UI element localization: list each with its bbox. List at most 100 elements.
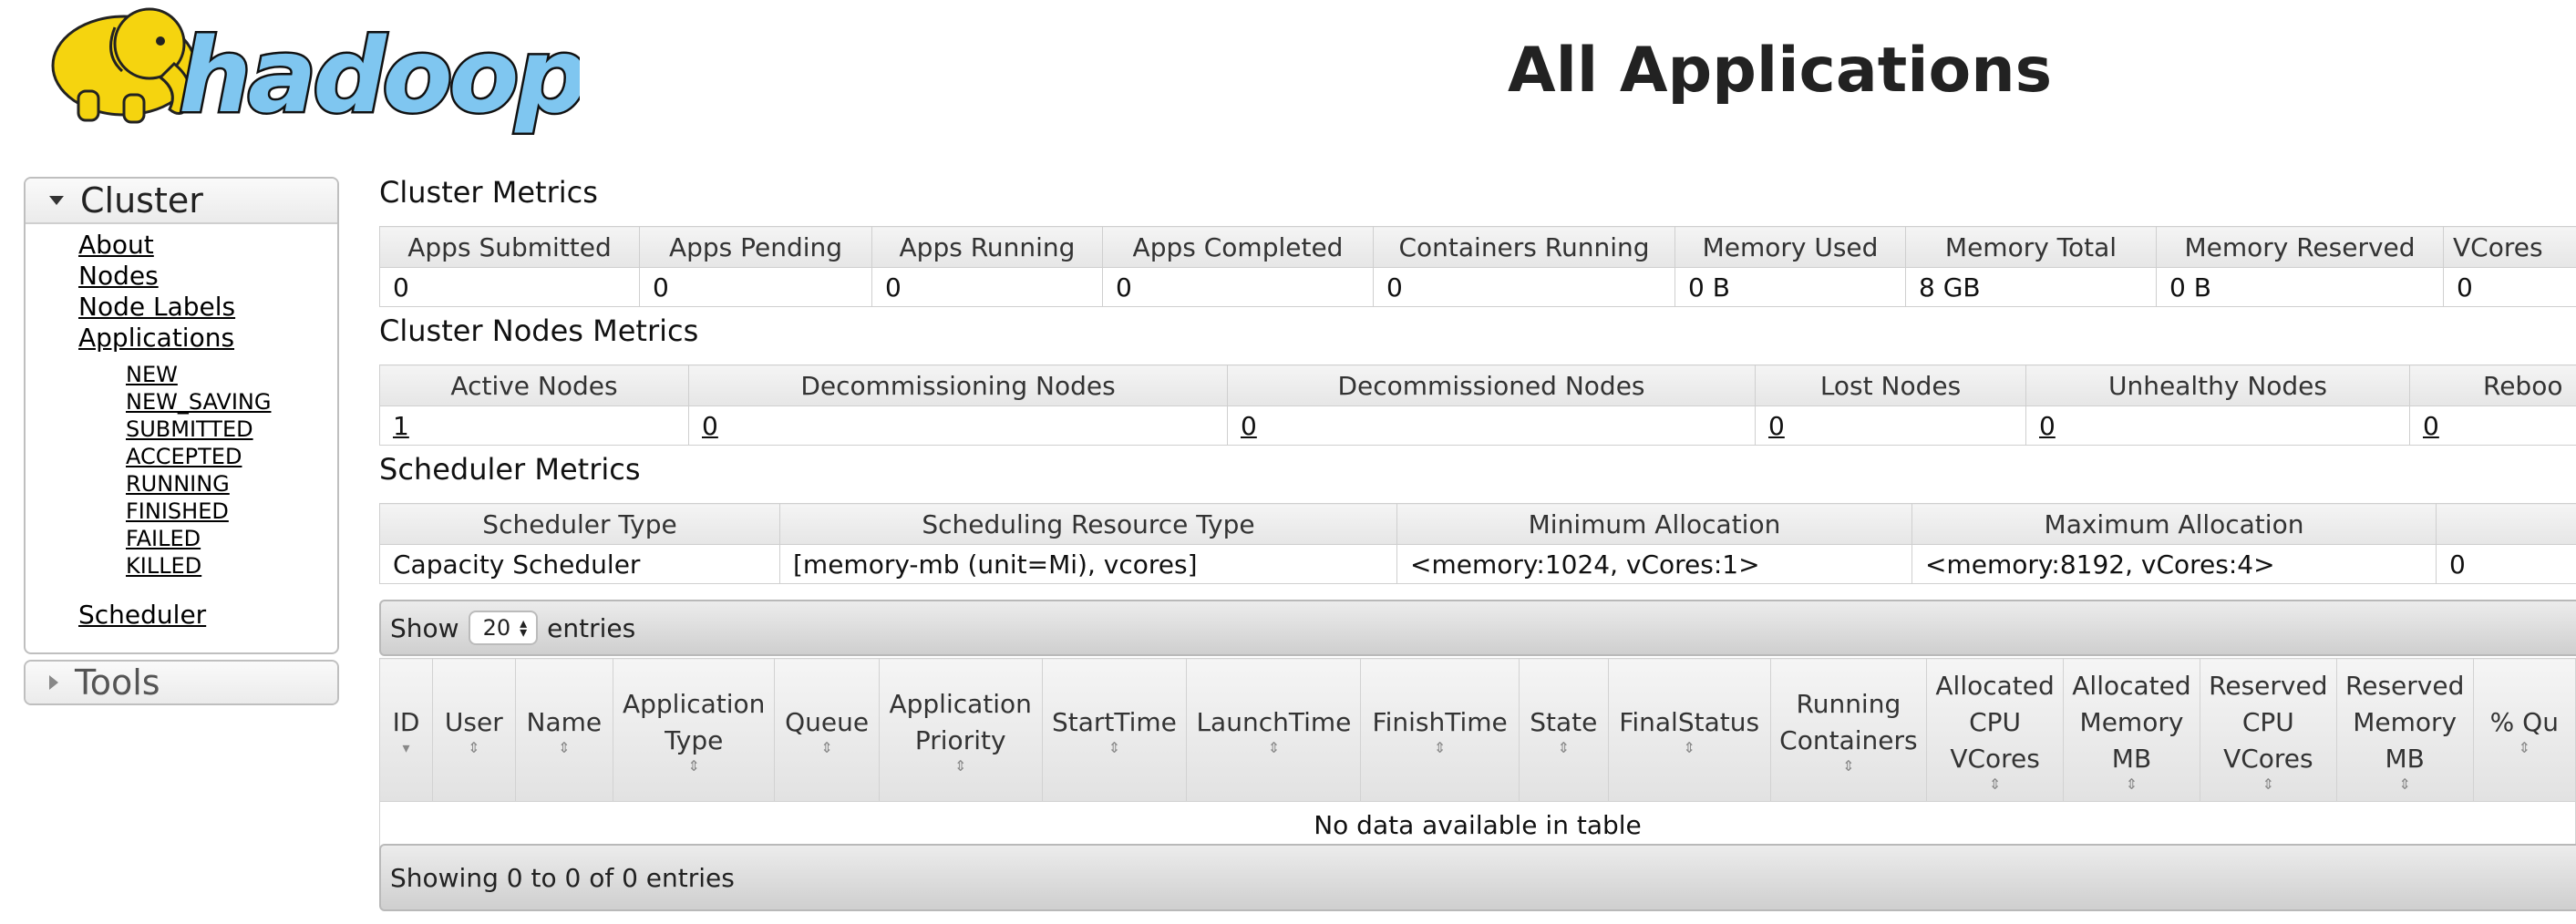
decommissioned-nodes-link[interactable]: 0 xyxy=(1227,406,1756,446)
scheduler-metrics-value: <memory:1024, vCores:1> xyxy=(1396,544,1912,584)
metrics-header: Apps Pending xyxy=(639,226,872,268)
sidebar-item-nodes[interactable]: Nodes xyxy=(78,261,159,292)
metrics-header: Apps Completed xyxy=(1102,226,1374,268)
cluster-metrics-table: Apps Submitted Apps Pending Apps Running… xyxy=(379,226,2576,307)
column-header-state[interactable]: State ⇕ xyxy=(1518,658,1609,802)
column-header-finalstatus[interactable]: FinalStatus ⇕ xyxy=(1607,658,1771,802)
table-info-toolbar: Showing 0 to 0 of 0 entries xyxy=(379,844,2576,911)
column-header-reserved-cpu-vcores[interactable]: Reserved CPU VCores ⇕ xyxy=(2199,658,2337,802)
cluster-nodes-metrics-table: Active Nodes Decommissioning Nodes Decom… xyxy=(379,364,2576,446)
entries-label: entries xyxy=(547,612,636,643)
cluster-nodes-metrics-title: Cluster Nodes Metrics xyxy=(379,313,699,348)
unhealthy-nodes-link[interactable]: 0 xyxy=(2025,406,2410,446)
scheduler-metrics-header: Scheduler Type xyxy=(379,503,780,545)
column-header-launchtime[interactable]: LaunchTime ⇕ xyxy=(1186,658,1362,802)
active-nodes-link[interactable]: 1 xyxy=(379,406,689,446)
spinner-arrows-icon: ▴ ▾ xyxy=(520,614,528,641)
metrics-value: 0 xyxy=(871,267,1103,307)
sort-icon: ⇕ xyxy=(1267,739,1281,756)
sort-icon: ⇕ xyxy=(2398,775,2411,793)
applications-table: ID ▾ User ⇕ Name ⇕ Application Type ⇕ Queue ⇕… xyxy=(379,658,2576,848)
sort-icon: ⇕ xyxy=(468,739,480,756)
column-header-application-type[interactable]: Application Type ⇕ xyxy=(613,658,776,802)
sort-icon: ⇕ xyxy=(2518,739,2531,756)
metrics-header: Apps Running xyxy=(871,226,1103,268)
decommissioning-nodes-link[interactable]: 0 xyxy=(688,406,1228,446)
sidebar-item-applications[interactable]: Applications xyxy=(78,323,234,354)
metrics-value: 0 xyxy=(1373,267,1675,307)
metrics-value: 0 B xyxy=(2156,267,2444,307)
column-header-id[interactable]: ID ▾ xyxy=(379,658,433,802)
scheduler-metrics-value: Capacity Scheduler xyxy=(379,544,780,584)
nodes-metrics-header: Lost Nodes xyxy=(1755,364,2026,406)
nodes-metrics-header: Decommissioning Nodes xyxy=(688,364,1228,406)
cluster-metrics-title: Cluster Metrics xyxy=(379,175,598,210)
metrics-header: Apps Submitted xyxy=(379,226,640,268)
tools-nav-panel: Tools xyxy=(24,660,339,705)
metrics-value: 8 GB xyxy=(1905,267,2157,307)
tools-nav-header[interactable]: Tools xyxy=(26,662,337,703)
metrics-value: 0 B xyxy=(1674,267,1906,307)
cluster-nav-header[interactable]: Cluster xyxy=(26,179,337,224)
column-header-allocated-cpu-vcores[interactable]: Allocated CPU VCores ⇕ xyxy=(1926,658,2065,802)
column-header-finishtime[interactable]: FinishTime ⇕ xyxy=(1360,658,1520,802)
logo-wordmark: hadoop xyxy=(179,17,580,136)
scheduler-metrics-title: Scheduler Metrics xyxy=(379,452,641,487)
metrics-value: 0 xyxy=(1102,267,1374,307)
column-header-reserved-memory-mb[interactable]: Reserved Memory MB ⇕ xyxy=(2335,658,2474,802)
metrics-value: 0 xyxy=(2443,267,2576,307)
scheduler-metrics-table: Scheduler Type Scheduling Resource Type … xyxy=(379,503,2576,584)
cluster-nav-label: Cluster xyxy=(80,180,203,221)
scheduler-metrics-header: Scheduling Resource Type xyxy=(779,503,1397,545)
app-state-link-new-saving[interactable]: NEW_SAVING xyxy=(126,388,271,416)
show-label: Show xyxy=(390,612,459,643)
scheduler-metrics-value: <memory:8192, vCores:4> xyxy=(1911,544,2437,584)
sort-icon: ⇕ xyxy=(1988,775,2002,793)
metrics-header: Containers Running xyxy=(1373,226,1675,268)
column-header-name[interactable]: Name ⇕ xyxy=(514,658,614,802)
expanded-triangle-icon xyxy=(49,196,64,205)
scheduler-metrics-value: [memory-mb (unit=Mi), vcores] xyxy=(779,544,1397,584)
column-header-percent-queue[interactable]: % Qu ⇕ xyxy=(2472,658,2576,802)
column-header-running-containers[interactable]: Running Containers ⇕ xyxy=(1769,658,1928,802)
sort-icon: ⇕ xyxy=(558,739,571,756)
app-state-link-new[interactable]: NEW xyxy=(126,361,178,388)
empty-table-message: No data available in table xyxy=(379,801,2576,848)
app-state-link-accepted[interactable]: ACCEPTED xyxy=(126,443,242,470)
sort-desc-icon: ▾ xyxy=(402,739,410,756)
rebooted-nodes-link[interactable]: 0 xyxy=(2409,406,2576,446)
column-header-application-priority[interactable]: Application Priority ⇕ xyxy=(878,658,1043,802)
sort-icon: ⇕ xyxy=(1108,739,1121,756)
nodes-metrics-header: Unhealthy Nodes xyxy=(2025,364,2410,406)
app-state-link-killed[interactable]: KILLED xyxy=(126,552,201,580)
scheduler-metrics-header xyxy=(2436,503,2576,545)
column-header-user[interactable]: User ⇕ xyxy=(432,658,516,802)
cluster-nav-panel: Cluster About Nodes Node Labels Applicat… xyxy=(24,177,339,654)
table-length-toolbar: Show 20 ▴ ▾ entries xyxy=(379,600,2576,656)
sidebar-item-node-labels[interactable]: Node Labels xyxy=(78,292,235,323)
sort-icon: ⇕ xyxy=(2125,775,2138,793)
app-state-link-running[interactable]: RUNNING xyxy=(126,470,230,498)
sidebar-item-scheduler[interactable]: Scheduler xyxy=(78,600,206,631)
metrics-value: 0 xyxy=(639,267,872,307)
column-header-starttime[interactable]: StartTime ⇕ xyxy=(1041,658,1188,802)
column-header-queue[interactable]: Queue ⇕ xyxy=(774,658,880,802)
lost-nodes-link[interactable]: 0 xyxy=(1755,406,2026,446)
page-size-select[interactable]: 20 ▴ ▾ xyxy=(468,611,539,645)
metrics-header: VCores xyxy=(2443,226,2576,268)
app-state-link-submitted[interactable]: SUBMITTED xyxy=(126,416,253,443)
scheduler-metrics-header: Minimum Allocation xyxy=(1396,503,1912,545)
scheduler-metrics-header: Maximum Allocation xyxy=(1911,503,2437,545)
metrics-header: Memory Used xyxy=(1674,226,1906,268)
sort-icon: ⇕ xyxy=(1842,757,1855,775)
collapsed-triangle-icon xyxy=(49,675,58,690)
app-state-link-failed[interactable]: FAILED xyxy=(126,525,201,552)
nodes-metrics-header: Active Nodes xyxy=(379,364,689,406)
app-state-link-finished[interactable]: FINISHED xyxy=(126,498,229,525)
table-info-text: Showing 0 to 0 of 0 entries xyxy=(390,862,735,893)
sort-icon: ⇕ xyxy=(1557,739,1570,756)
elephant-icon xyxy=(51,7,197,124)
sidebar-item-about[interactable]: About xyxy=(78,230,154,261)
column-header-allocated-memory-mb[interactable]: Allocated Memory MB ⇕ xyxy=(2063,658,2200,802)
sort-icon: ⇕ xyxy=(954,757,967,775)
